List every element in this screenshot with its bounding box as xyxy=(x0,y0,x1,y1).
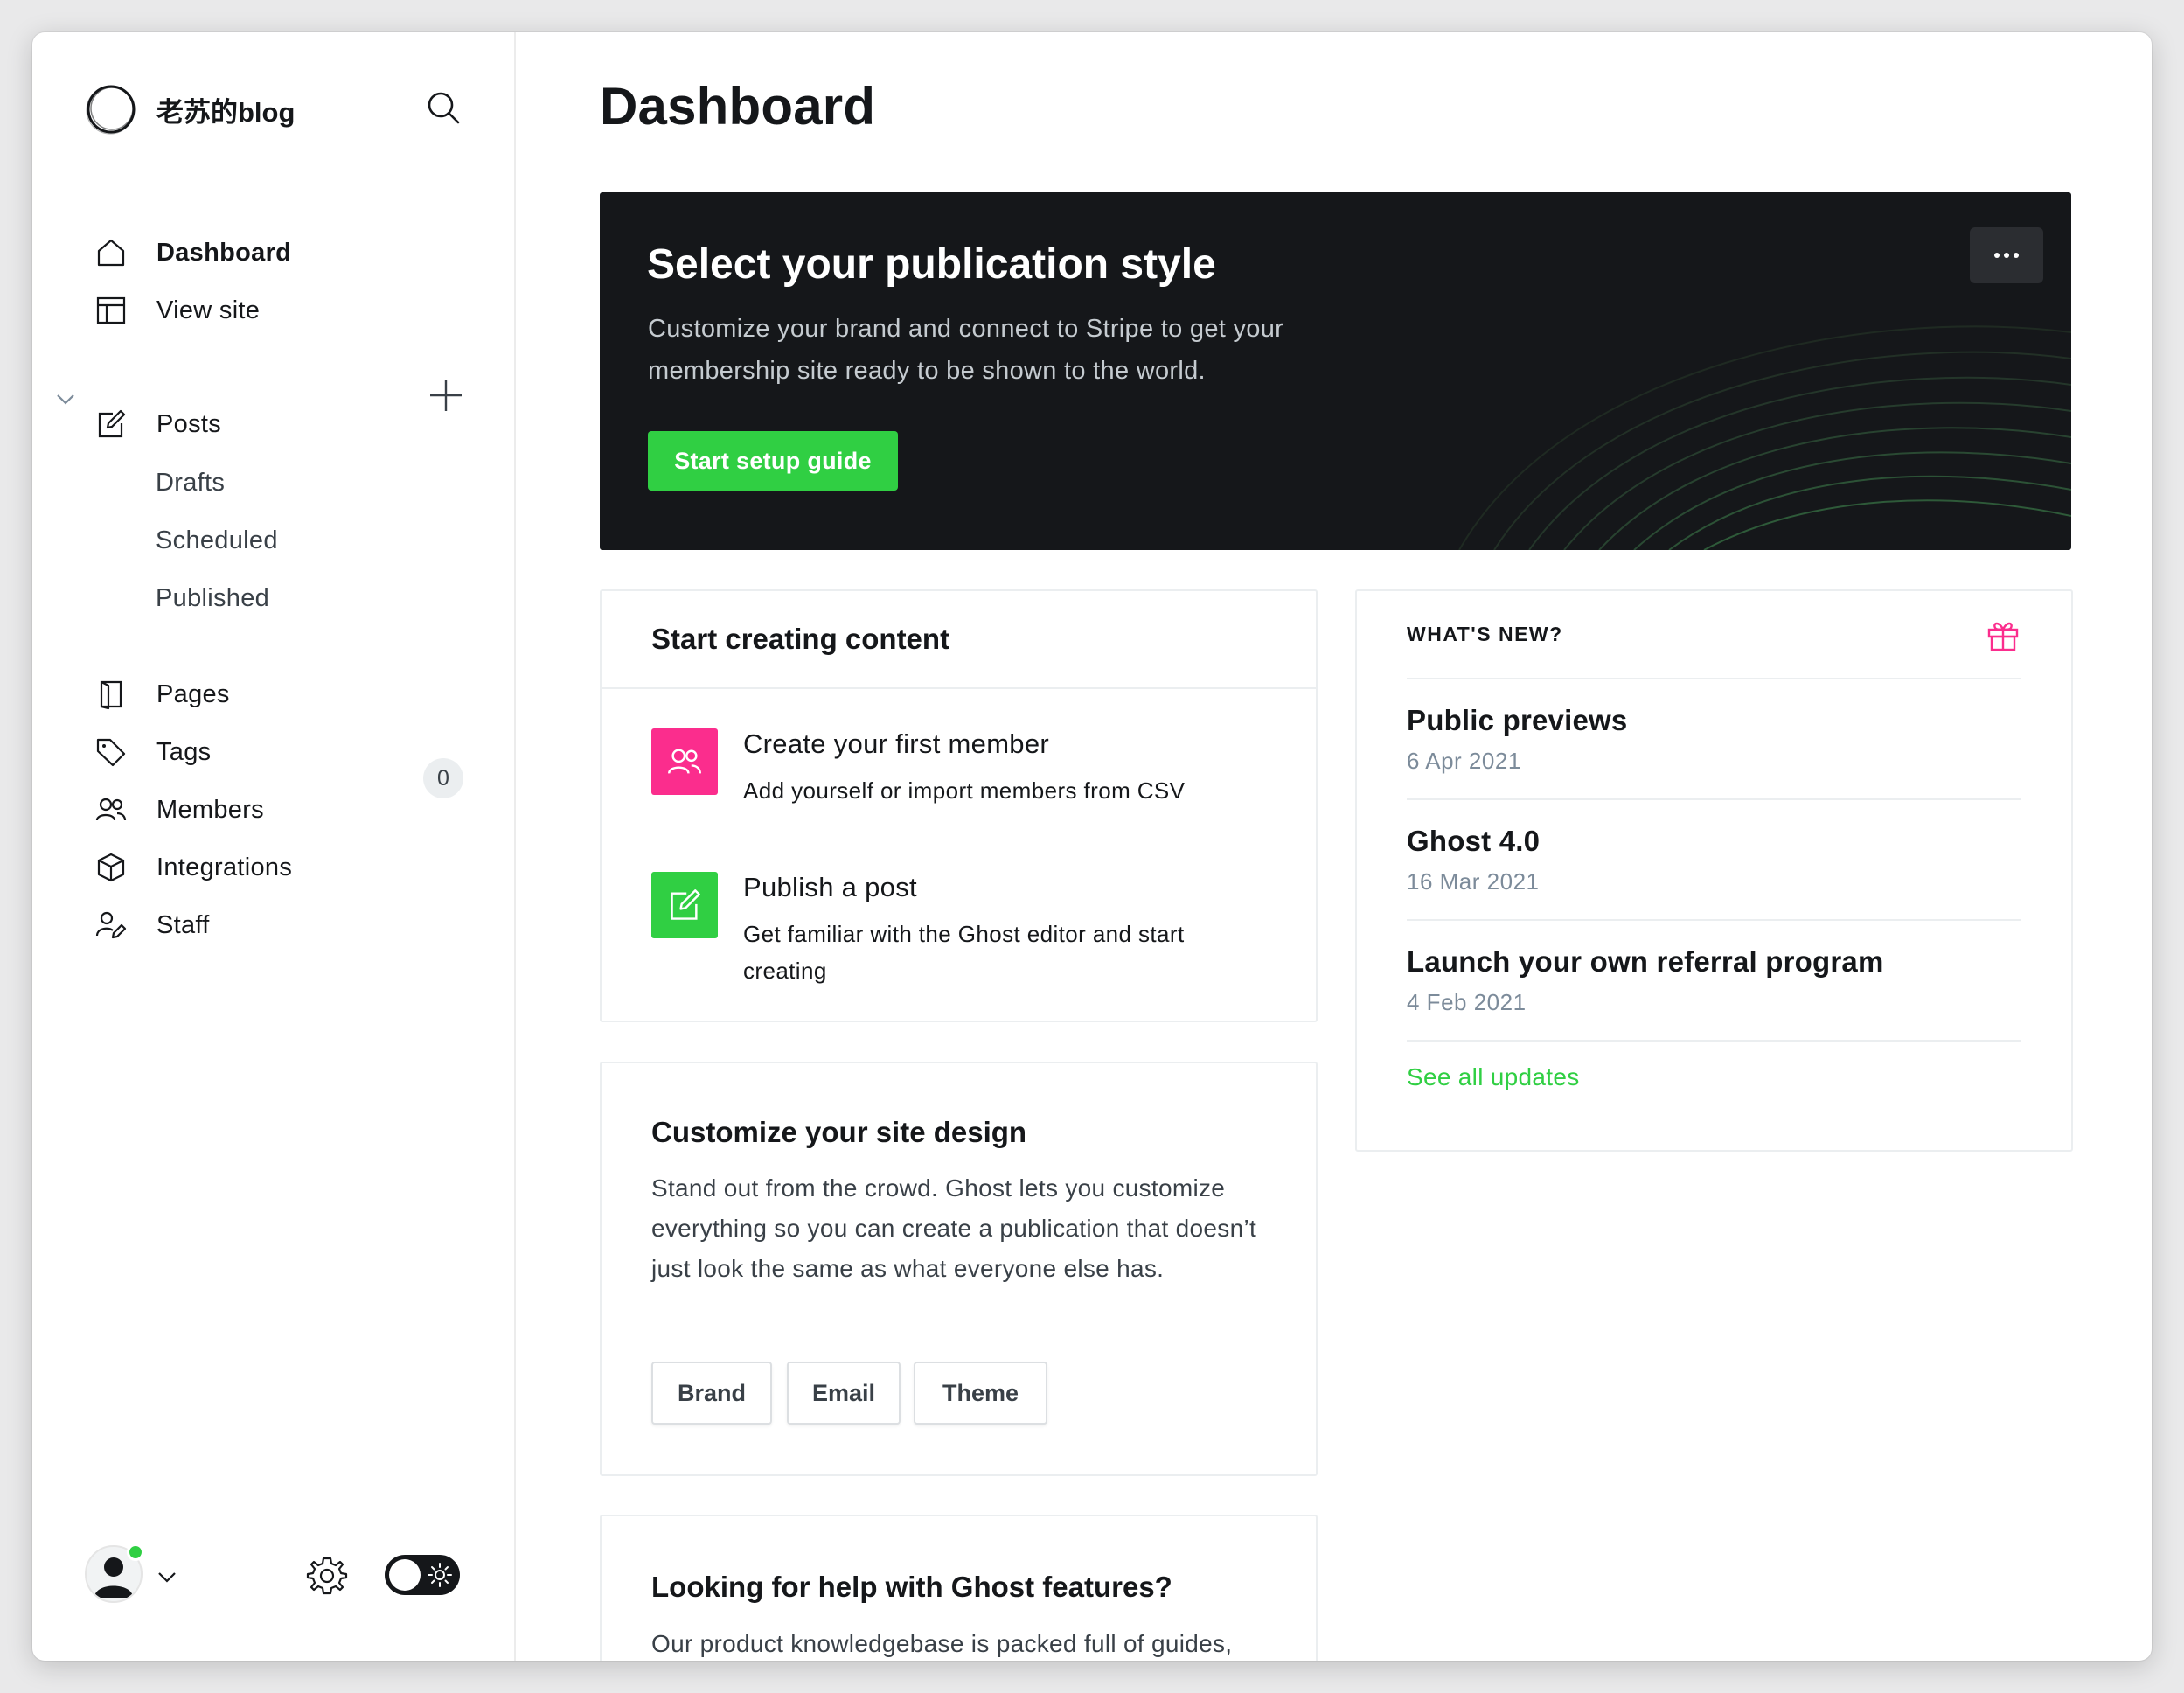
page-title: Dashboard xyxy=(600,77,876,136)
news-date: 4 Feb 2021 xyxy=(1407,989,1527,1015)
banner-description: Customize your brand and connect to Stri… xyxy=(648,315,1284,385)
news-title: Launch your own referral program xyxy=(1407,945,1884,978)
theme-button[interactable]: Theme xyxy=(914,1362,1047,1425)
whats-new-label: WHAT'S NEW? xyxy=(1407,623,1563,645)
help-description: Our product knowledgebase is packed full… xyxy=(651,1630,1233,1657)
whats-new-header: WHAT'S NEW? xyxy=(1407,591,2021,679)
news-date: 16 Mar 2021 xyxy=(1407,868,1540,895)
news-item[interactable]: Launch your own referral program 4 Feb 2… xyxy=(1407,921,2021,1042)
news-item[interactable]: Ghost 4.0 16 Mar 2021 xyxy=(1407,800,2021,921)
task-title: Create your first member xyxy=(743,728,1050,759)
start-creating-card: Start creating content Create your first… xyxy=(600,589,1318,1022)
start-creating-title: Start creating content xyxy=(602,591,1316,689)
edit-icon xyxy=(651,872,718,938)
email-button[interactable]: Email xyxy=(787,1362,901,1425)
help-title: Looking for help with Ghost features? xyxy=(651,1571,1172,1603)
whats-new-card: WHAT'S NEW? Public previews 6 Apr 2021 G… xyxy=(1355,589,2073,1152)
members-icon xyxy=(651,728,718,795)
customize-design-title: Customize your site design xyxy=(651,1116,1027,1148)
news-item[interactable]: Public previews 6 Apr 2021 xyxy=(1407,679,2021,800)
task-publish-post[interactable]: Publish a post Get familiar with the Gho… xyxy=(651,872,1233,989)
brand-button[interactable]: Brand xyxy=(651,1362,772,1425)
task-create-member[interactable]: Create your first member Add yourself or… xyxy=(651,728,1233,809)
task-description: Get familiar with the Ghost editor and s… xyxy=(743,921,1185,984)
news-title: Public previews xyxy=(1407,704,1628,736)
app-window: 老苏的blog Dashboard View site Posts Drafts… xyxy=(32,32,2152,1661)
banner-title: Select your publication style xyxy=(647,241,1216,288)
news-title: Ghost 4.0 xyxy=(1407,825,1541,857)
start-setup-guide-button[interactable]: Start setup guide xyxy=(648,431,898,491)
news-date: 6 Apr 2021 xyxy=(1407,748,1521,774)
task-description: Add yourself or import members from CSV xyxy=(743,777,1186,804)
help-card: Looking for help with Ghost features? Ou… xyxy=(600,1515,1318,1661)
task-title: Publish a post xyxy=(743,872,917,902)
customize-design-description: Stand out from the crowd. Ghost lets you… xyxy=(651,1174,1257,1282)
more-options-button[interactable] xyxy=(1970,227,2043,283)
ellipsis-icon xyxy=(1994,253,2019,258)
see-all-updates-link[interactable]: See all updates xyxy=(1407,1063,1580,1091)
customize-design-card: Customize your site design Stand out fro… xyxy=(600,1062,1318,1476)
gift-icon xyxy=(1987,622,2019,651)
publication-style-banner: Select your publication style Customize … xyxy=(600,192,2071,550)
main-content: Dashboard Select your publication style … xyxy=(32,32,2152,1661)
